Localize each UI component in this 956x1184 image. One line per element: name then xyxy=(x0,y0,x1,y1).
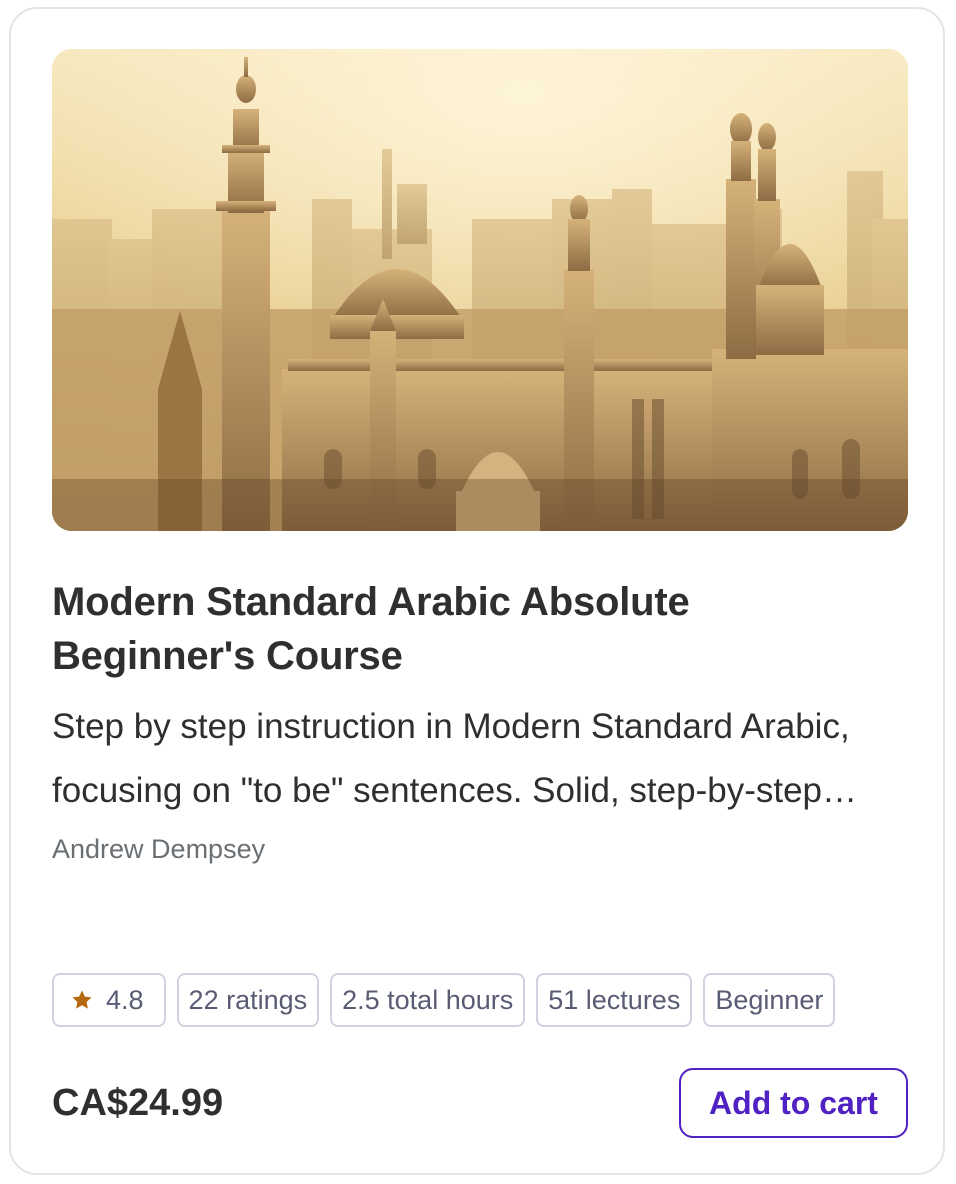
level-badge: Beginner xyxy=(703,973,836,1027)
ratings-count-badge: 22 ratings xyxy=(176,973,320,1027)
mosque-skyline-photo xyxy=(52,49,908,531)
add-to-cart-button[interactable]: Add to cart xyxy=(679,1068,908,1138)
star-icon xyxy=(70,988,94,1012)
course-author: Andrew Dempsey xyxy=(52,834,266,864)
course-description: Step by step instruction in Modern Stand… xyxy=(52,707,850,810)
total-hours-badge: 2.5 total hours xyxy=(330,973,526,1027)
course-thumbnail[interactable] xyxy=(52,49,908,531)
course-price: CA$24.99 xyxy=(52,1082,224,1124)
lectures-badge: 51 lectures xyxy=(536,973,693,1027)
rating-value: 4.8 xyxy=(106,984,144,1015)
course-card[interactable]: Modern Standard Arabic Absolute Beginner… xyxy=(9,7,945,1175)
course-badges: 4.8 22 ratings 2.5 total hours 51 lectur… xyxy=(52,973,836,1027)
rating-badge: 4.8 xyxy=(52,973,166,1027)
course-title[interactable]: Modern Standard Arabic Absolute Beginner… xyxy=(52,575,852,683)
